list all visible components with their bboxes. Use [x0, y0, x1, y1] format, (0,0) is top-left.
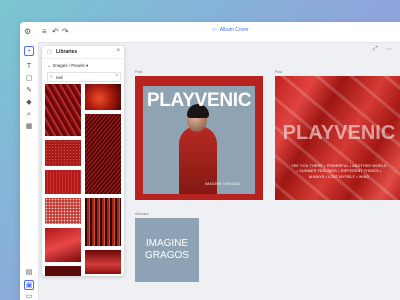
libraries-panel: ▢ Libraries × ← Images / Pexels ▾ ⌕ × — [42, 46, 124, 276]
artboard-label: Post — [275, 70, 283, 74]
artboard-post-a[interactable]: PLAYVENIC IMAGINE GRAGOS — [135, 76, 263, 200]
undo-icon[interactable]: ↶ — [52, 27, 59, 37]
image-result[interactable] — [45, 84, 81, 136]
card-b-body: SEE YOU THERE • POWERFUL • ANOTHER WORLD… — [291, 164, 387, 179]
image-result[interactable] — [45, 198, 81, 224]
image-result[interactable] — [45, 140, 81, 166]
card-b-title: PLAYVENIC — [282, 122, 396, 144]
app-window: ⚙ ≡ ↶ ↷ ▭ Album Cover + T ▢ ✎ ◆ ⌕ ▦ ▤ ▣ … — [20, 22, 400, 300]
artboard-post-b[interactable]: PLAYVENIC SEE YOU THERE • POWERFUL • ANO… — [275, 76, 400, 200]
back-icon[interactable]: ← — [47, 63, 52, 68]
panel-header: ▢ Libraries × — [42, 46, 124, 59]
image-library-icon[interactable]: ▣ — [24, 280, 34, 290]
redo-icon[interactable]: ↷ — [62, 27, 69, 37]
close-icon[interactable]: × — [116, 48, 120, 54]
clear-search-icon[interactable]: × — [115, 73, 118, 79]
artboard-c[interactable]: IMAGINE GRAGOS — [135, 218, 199, 282]
card-a-subtitle: IMAGINE GRAGOS — [205, 182, 241, 186]
panel-breadcrumb[interactable]: ← Images / Pexels ▾ — [47, 63, 88, 69]
more-icon[interactable]: ⋯ — [386, 46, 392, 53]
rectangle-tool-icon[interactable]: ▢ — [24, 74, 34, 84]
menu-icon[interactable]: ≡ — [42, 27, 47, 37]
zoom-tool-icon[interactable]: ⌕ — [24, 110, 34, 120]
top-toolbar: ⚙ ≡ ↶ ↷ ▭ Album Cover — [20, 22, 400, 43]
logo-icon[interactable]: ⚙ — [24, 27, 31, 37]
pen-tool-icon[interactable]: ✎ — [24, 86, 34, 96]
image-result[interactable] — [45, 266, 81, 276]
search-input[interactable] — [56, 73, 112, 81]
layout-tool-icon[interactable]: ▦ — [24, 122, 34, 132]
card-c-title-line1: IMAGINE — [145, 238, 189, 249]
image-result[interactable] — [85, 84, 121, 110]
artboard-label: Artboard — [135, 212, 149, 216]
layers-icon[interactable]: ▤ — [24, 268, 34, 278]
search-box: ⌕ × — [47, 72, 121, 82]
left-toolbar: + T ▢ ✎ ◆ ⌕ ▦ ▤ ▣ ▭ — [20, 42, 39, 300]
image-result[interactable] — [85, 198, 121, 246]
image-result[interactable] — [45, 170, 81, 194]
library-icon: ▢ — [47, 49, 52, 55]
artboard-label: Post — [135, 70, 143, 74]
panel-title: Libraries — [56, 49, 78, 55]
image-result[interactable] — [45, 228, 81, 262]
comments-icon[interactable]: ▭ — [24, 292, 34, 300]
fit-screen-icon[interactable]: ⤢ — [373, 46, 378, 53]
search-icon: ⌕ — [50, 74, 53, 80]
image-result[interactable] — [85, 114, 121, 194]
text-tool-icon[interactable]: T — [24, 62, 34, 72]
chevron-down-icon[interactable]: ▾ — [86, 63, 88, 68]
image-result[interactable] — [85, 250, 121, 274]
card-a-title: PLAYVENIC — [146, 90, 252, 111]
document-icon: ▭ — [212, 27, 217, 33]
document-title[interactable]: ▭ Album Cover — [212, 27, 249, 33]
card-c-title-line2: GRAGOS — [145, 250, 189, 261]
add-icon[interactable]: + — [24, 46, 34, 56]
fill-tool-icon[interactable]: ◆ — [24, 98, 34, 108]
